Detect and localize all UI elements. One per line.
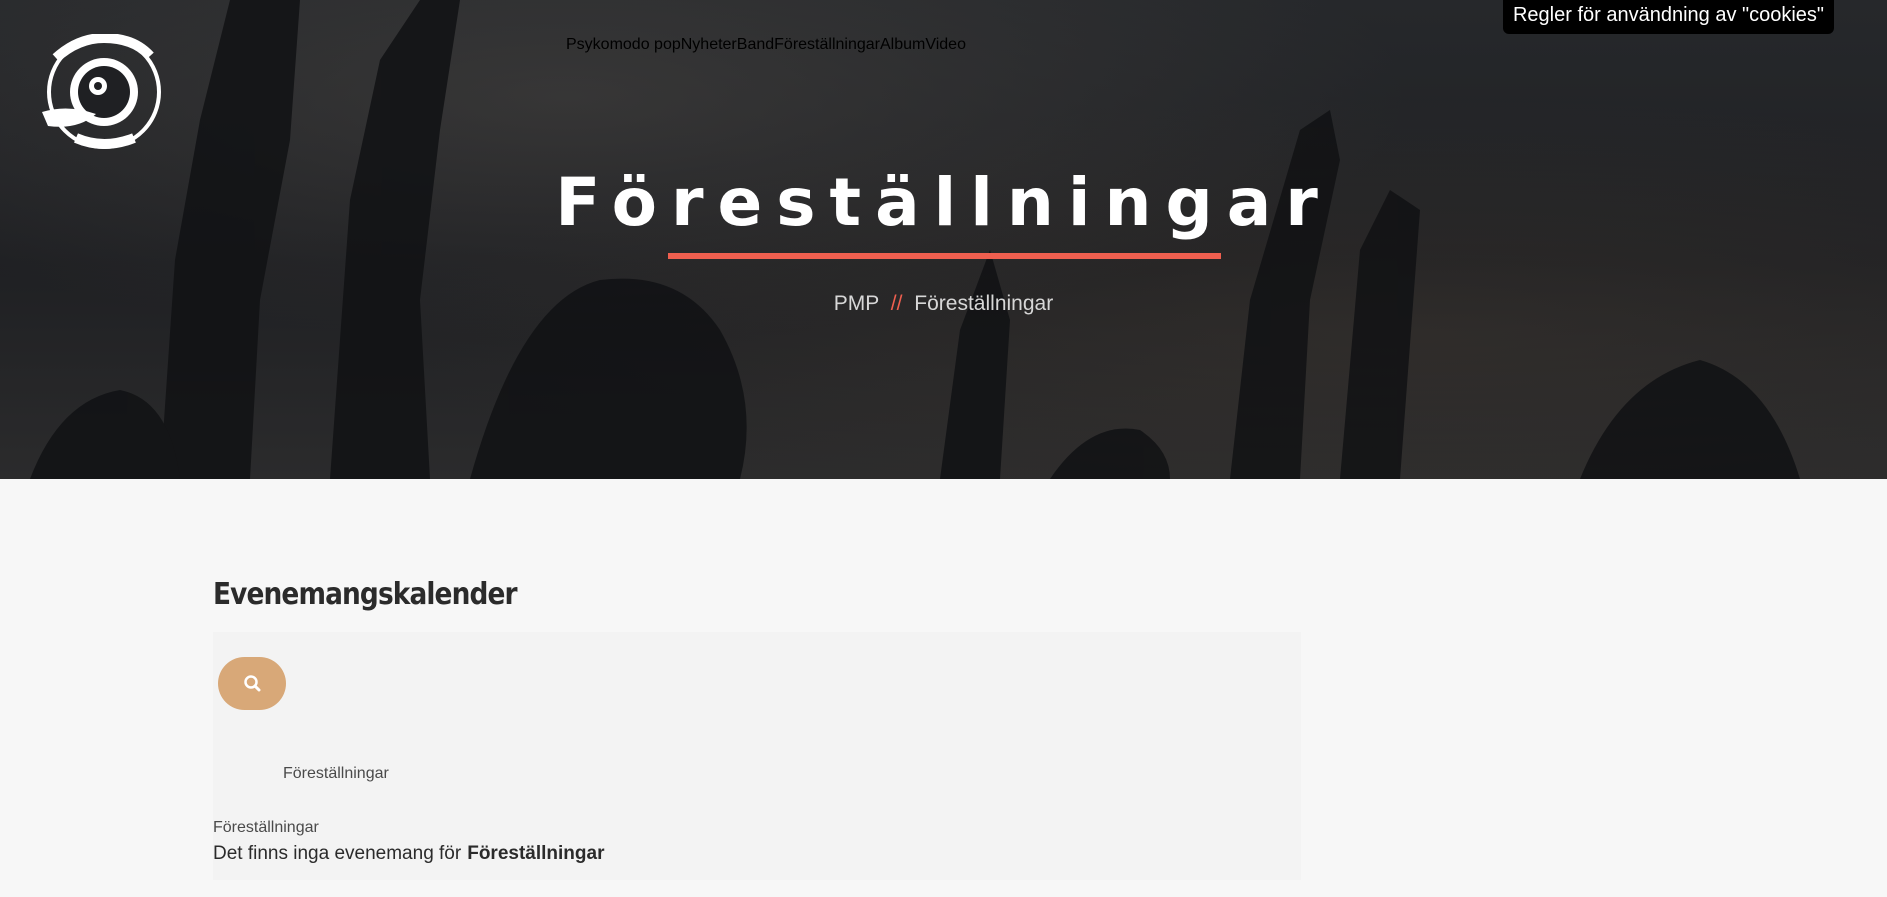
nav-item-band[interactable]: Band bbox=[737, 36, 774, 54]
category-label: Föreställningar bbox=[213, 819, 319, 836]
calendar-heading: Evenemangskalender bbox=[213, 577, 518, 612]
no-events-category: Föreställningar bbox=[467, 843, 605, 864]
hero-banner: Psykomodo pop Nyheter Band Föreställning… bbox=[0, 0, 1887, 479]
search-button[interactable] bbox=[218, 657, 286, 710]
breadcrumb: PMP // Föreställningar bbox=[0, 292, 1887, 316]
search-icon bbox=[244, 675, 261, 692]
category-filter-label[interactable]: Föreställningar bbox=[283, 765, 389, 783]
breadcrumb-home-link[interactable]: PMP bbox=[834, 292, 879, 315]
nav-item-forestallningar[interactable]: Föreställningar bbox=[774, 36, 880, 54]
cookie-notice-button[interactable]: Regler för användning av "cookies" bbox=[1503, 0, 1834, 34]
main-navigation: Psykomodo pop Nyheter Band Föreställning… bbox=[566, 36, 966, 54]
no-events-text: Det finns inga evenemang för bbox=[213, 843, 462, 864]
psihomodo-pop-logo[interactable] bbox=[38, 34, 168, 152]
nav-item-album[interactable]: Album bbox=[880, 36, 925, 54]
breadcrumb-separator: // bbox=[890, 292, 903, 315]
breadcrumb-current: Föreställningar bbox=[914, 292, 1054, 315]
nav-item-psykomodo-pop[interactable]: Psykomodo pop bbox=[566, 36, 681, 54]
page-title: Föreställningar bbox=[555, 164, 1332, 241]
event-calendar: Föreställningar Föreställningar Det finn… bbox=[213, 632, 1301, 880]
title-underline bbox=[668, 253, 1221, 259]
nav-item-video[interactable]: Video bbox=[925, 36, 966, 54]
no-events-message: Det finns inga evenemang för Föreställnin… bbox=[213, 843, 604, 865]
nav-item-nyheter[interactable]: Nyheter bbox=[681, 36, 737, 54]
